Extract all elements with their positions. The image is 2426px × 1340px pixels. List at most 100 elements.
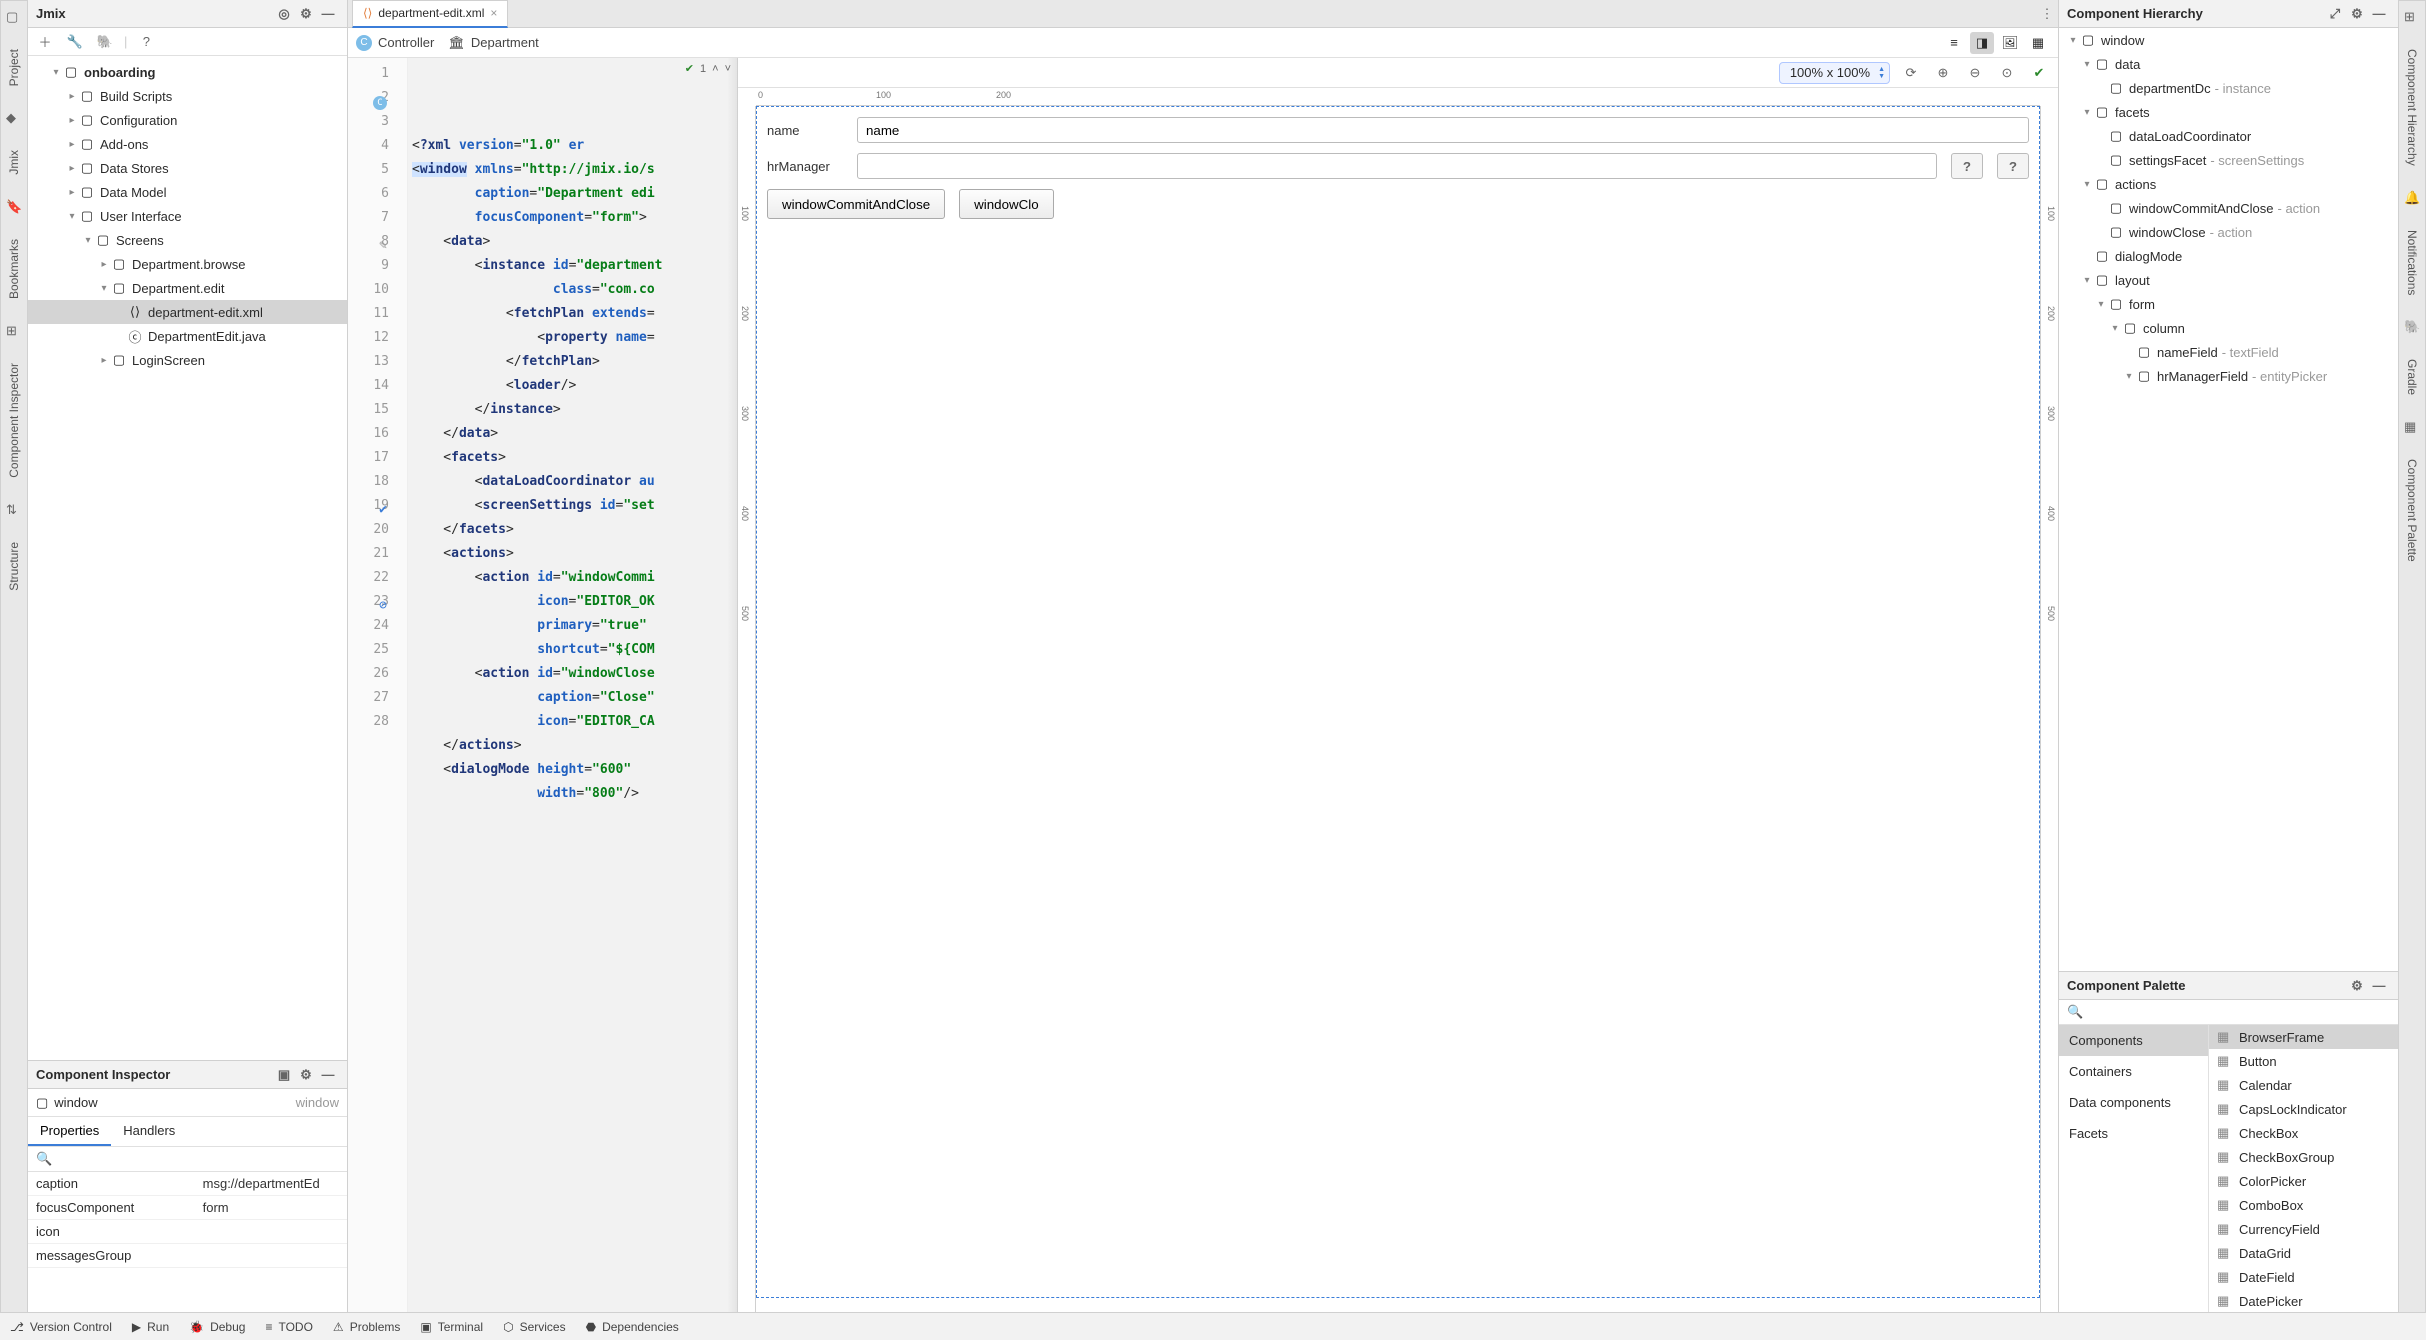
fit-icon[interactable]: ⊙ — [1996, 62, 2018, 84]
picker-action-1[interactable]: ? — [1951, 153, 1983, 179]
prop-icon[interactable]: icon — [28, 1220, 347, 1244]
picker-action-2[interactable]: ? — [1997, 153, 2029, 179]
view-split-icon[interactable]: ◨ — [1970, 32, 1994, 54]
hierarchy-data[interactable]: ▾▢data — [2059, 52, 2398, 76]
zoom-selector[interactable]: 100% x 100% ▲▼ — [1779, 62, 1890, 84]
bottom-todo[interactable]: ≡TODO — [265, 1320, 312, 1334]
minimize-icon[interactable]: — — [317, 3, 339, 25]
zoom-in-icon[interactable]: ⊕ — [1932, 62, 1954, 84]
code-gutter[interactable]: 12C345678✎910111213141516171819✔20212223… — [348, 58, 408, 1316]
tree-item-data-stores[interactable]: ▸▢Data Stores — [28, 156, 347, 180]
match-down-icon[interactable]: ˅ — [725, 63, 731, 75]
palette-item-currencyfield[interactable]: ▦CurrencyField — [2209, 1217, 2398, 1241]
help-icon[interactable]: ? — [135, 31, 157, 53]
palette-item-button[interactable]: ▦Button — [2209, 1049, 2398, 1073]
subtab-controller[interactable]: C Controller — [356, 35, 434, 51]
close-tab-icon[interactable]: × — [490, 6, 497, 20]
hierarchy-dialogMode[interactable]: ▢dialogMode — [2059, 244, 2398, 268]
tree-item-department-edit-xml[interactable]: ⟨⟩department-edit.xml — [28, 300, 347, 324]
elephant-icon[interactable]: 🐘 — [94, 31, 116, 53]
tree-item-screens[interactable]: ▾▢Screens — [28, 228, 347, 252]
tree-item-data-model[interactable]: ▸▢Data Model — [28, 180, 347, 204]
tree-item-user-interface[interactable]: ▾▢User Interface — [28, 204, 347, 228]
hierarchy-form[interactable]: ▾▢form — [2059, 292, 2398, 316]
prop-caption[interactable]: captionmsg://departmentEd — [28, 1172, 347, 1196]
graph-icon[interactable]: ⤢ — [2324, 3, 2346, 25]
hierarchy-actions[interactable]: ▾▢actions — [2059, 172, 2398, 196]
palette-item-capslockindicator[interactable]: ▦CapsLockIndicator — [2209, 1097, 2398, 1121]
ext-window-icon[interactable]: ▣ — [273, 1064, 295, 1086]
tree-item-department-browse[interactable]: ▸▢Department.browse — [28, 252, 347, 276]
hierarchy-settingsFacet[interactable]: ▢settingsFacet- screenSettings — [2059, 148, 2398, 172]
hierarchy-nameField[interactable]: ▢nameField- textField — [2059, 340, 2398, 364]
palette-item-calendar[interactable]: ▦Calendar — [2209, 1073, 2398, 1097]
bottom-version-control[interactable]: ⎇Version Control — [10, 1320, 112, 1334]
field-hrmanager-input[interactable] — [857, 153, 1937, 179]
wrench-icon[interactable]: 🔧 — [64, 31, 86, 53]
palette-cat-data-components[interactable]: Data components — [2059, 1087, 2208, 1118]
rail-jmix[interactable]: Jmix — [7, 146, 21, 179]
commit-close-button[interactable]: windowCommitAndClose — [767, 189, 945, 219]
bottom-terminal[interactable]: ▣Terminal — [420, 1320, 483, 1334]
more-icon[interactable]: ⋮ — [2036, 3, 2058, 25]
hierarchy-facets[interactable]: ▾▢facets — [2059, 100, 2398, 124]
design-window[interactable]: name hrManager ? ? windowCommitAndClose — [756, 106, 2040, 1298]
rail-palette[interactable]: Component Palette — [2405, 455, 2419, 566]
prop-messagesGroup[interactable]: messagesGroup — [28, 1244, 347, 1268]
tab-properties[interactable]: Properties — [28, 1117, 111, 1146]
gear-icon[interactable]: ⚙ — [2346, 975, 2368, 997]
palette-item-colorpicker[interactable]: ▦ColorPicker — [2209, 1169, 2398, 1193]
palette-item-datagrid[interactable]: ▦DataGrid — [2209, 1241, 2398, 1265]
bottom-problems[interactable]: ⚠Problems — [333, 1320, 400, 1334]
palette-item-checkboxgroup[interactable]: ▦CheckBoxGroup — [2209, 1145, 2398, 1169]
rail-gradle[interactable]: Gradle — [2405, 355, 2419, 399]
palette-cat-components[interactable]: Components — [2059, 1025, 2208, 1056]
project-tree[interactable]: ▾▢onboarding▸▢Build Scripts▸▢Configurati… — [28, 56, 347, 1060]
gear-icon[interactable]: ⚙ — [295, 3, 317, 25]
tree-item-build-scripts[interactable]: ▸▢Build Scripts — [28, 84, 347, 108]
bottom-services[interactable]: ⬡Services — [503, 1320, 566, 1334]
bottom-dependencies[interactable]: ⬣Dependencies — [586, 1320, 679, 1334]
tree-item-departmentedit-java[interactable]: ⓒDepartmentEdit.java — [28, 324, 347, 348]
hierarchy-window[interactable]: ▾▢window — [2059, 28, 2398, 52]
rail-inspector[interactable]: Component Inspector — [7, 359, 21, 482]
palette-item-datepicker[interactable]: ▦DatePicker — [2209, 1289, 2398, 1313]
tab-handlers[interactable]: Handlers — [111, 1117, 187, 1146]
palette-item-combobox[interactable]: ▦ComboBox — [2209, 1193, 2398, 1217]
gear-icon[interactable]: ⚙ — [2346, 3, 2368, 25]
tree-item-department-edit[interactable]: ▾▢Department.edit — [28, 276, 347, 300]
prop-focusComponent[interactable]: focusComponentform — [28, 1196, 347, 1220]
subtab-entity[interactable]: 🏛 Department — [448, 35, 538, 51]
palette-item-datefield[interactable]: ▦DateField — [2209, 1265, 2398, 1289]
minimize-icon[interactable]: — — [2368, 975, 2390, 997]
palette-item-checkbox[interactable]: ▦CheckBox — [2209, 1121, 2398, 1145]
gear-icon[interactable]: ⚙ — [295, 1064, 317, 1086]
palette-item-browserframe[interactable]: ▦BrowserFrame — [2209, 1025, 2398, 1049]
palette-search[interactable]: 🔍 — [2059, 1000, 2398, 1025]
rail-bookmarks[interactable]: Bookmarks — [7, 235, 21, 303]
new-icon[interactable]: ＋ — [34, 31, 56, 53]
field-name-input[interactable] — [857, 117, 2029, 143]
hierarchy-column[interactable]: ▾▢column — [2059, 316, 2398, 340]
rail-notifications[interactable]: Notifications — [2405, 226, 2419, 299]
bottom-debug[interactable]: 🐞Debug — [189, 1320, 245, 1334]
hierarchy-tree[interactable]: ▾▢window▾▢data▢departmentDc- instance▾▢f… — [2059, 28, 2398, 972]
hierarchy-hrManagerField[interactable]: ▾▢hrManagerField- entityPicker — [2059, 364, 2398, 388]
tree-item-onboarding[interactable]: ▾▢onboarding — [28, 60, 347, 84]
zoom-out-icon[interactable]: ⊖ — [1964, 62, 1986, 84]
close-button[interactable]: windowClo — [959, 189, 1053, 219]
palette-categories[interactable]: ComponentsContainersData componentsFacet… — [2059, 1025, 2209, 1340]
palette-cat-containers[interactable]: Containers — [2059, 1056, 2208, 1087]
zoom-stepper-icon[interactable]: ▲▼ — [1878, 66, 1885, 80]
bottom-run[interactable]: ▶Run — [132, 1320, 169, 1334]
rail-hierarchy[interactable]: Component Hierarchy — [2405, 45, 2419, 170]
view-text-icon[interactable]: ≡ — [1942, 32, 1966, 54]
match-up-icon[interactable]: ˄ — [712, 63, 718, 75]
hierarchy-dataLoadCoordinator[interactable]: ▢dataLoadCoordinator — [2059, 124, 2398, 148]
hierarchy-departmentDc[interactable]: ▢departmentDc- instance — [2059, 76, 2398, 100]
minimize-icon[interactable]: — — [317, 1064, 339, 1086]
inspector-search[interactable]: 🔍 — [28, 1147, 347, 1172]
view-image-icon[interactable]: 🖼 — [1998, 32, 2022, 54]
refresh-icon[interactable]: ⟳ — [1900, 62, 1922, 84]
tree-item-loginscreen[interactable]: ▸▢LoginScreen — [28, 348, 347, 372]
